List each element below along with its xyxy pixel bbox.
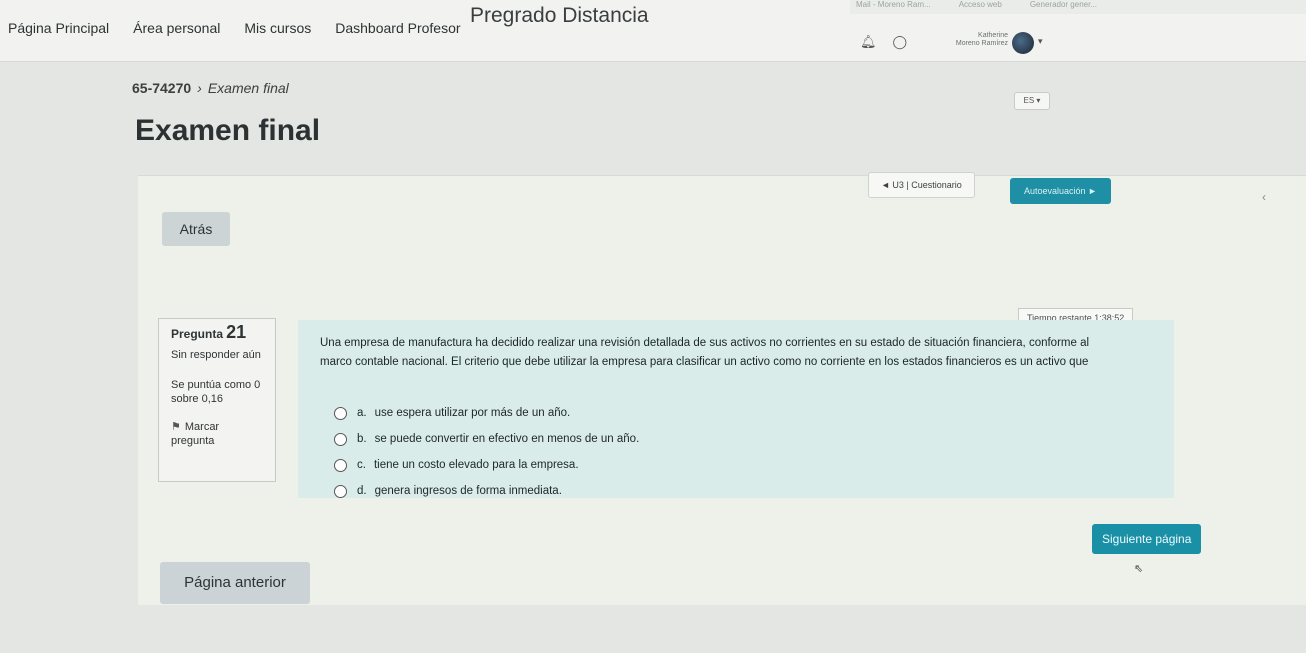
- breadcrumb-current[interactable]: Examen final: [208, 80, 289, 96]
- radio-button[interactable]: [334, 406, 347, 420]
- messages-icon[interactable]: ◯: [893, 34, 908, 50]
- nav-item-personal-area[interactable]: Área personal: [133, 20, 220, 36]
- answer-option-b[interactable]: b. se puede convertir en efectivo en men…: [334, 426, 639, 452]
- user-last-name: Moreno Ramírez: [955, 40, 1008, 47]
- question-number: Pregunta 21: [171, 322, 263, 342]
- next-page-button[interactable]: Siguiente página: [1092, 524, 1202, 554]
- chevron-left-icon[interactable]: ‹: [1262, 190, 1266, 204]
- nav-item-my-courses[interactable]: Mis cursos: [244, 20, 311, 36]
- radio-button[interactable]: [334, 484, 347, 498]
- browser-tab[interactable]: Generador gener...: [1030, 0, 1097, 14]
- breadcrumb: 65-74270 › Examen final: [132, 80, 289, 96]
- question-text-line: Una empresa de manufactura ha decidido r…: [320, 337, 1090, 349]
- page-title: Examen final: [135, 114, 321, 147]
- top-navbar: Mail - Moreno Ram... Acceso web Generado…: [0, 0, 1306, 62]
- top-icons: 🔔︎ ◯: [860, 34, 907, 50]
- avatar[interactable]: [1012, 32, 1034, 54]
- previous-page-button[interactable]: Página anterior: [160, 562, 310, 604]
- option-letter: a.: [357, 407, 367, 419]
- notification-bell-icon[interactable]: 🔔︎: [860, 34, 877, 50]
- option-letter: c.: [357, 459, 366, 471]
- flag-question-link[interactable]: ⚑ Marcar pregunta: [171, 420, 263, 448]
- option-text: se puede convertir en efectivo en menos …: [374, 433, 640, 445]
- nav-item-home[interactable]: Página Principal: [8, 20, 109, 36]
- answer-option-c[interactable]: c. tiene un costo elevado para la empres…: [334, 452, 639, 478]
- question-score: Se puntúa como 0 sobre 0,16: [171, 379, 261, 405]
- main-nav: Página Principal Área personal Mis curso…: [8, 20, 461, 36]
- answer-option-d[interactable]: d. genera ingresos de forma inmediata.: [334, 478, 639, 504]
- back-button[interactable]: Atrás: [162, 212, 230, 246]
- answer-option-a[interactable]: a. use espera utilizar por más de un año…: [334, 400, 639, 426]
- browser-tab[interactable]: Acceso web: [959, 0, 1002, 14]
- flag-icon: ⚑: [171, 421, 181, 433]
- answer-options: a. use espera utilizar por más de un año…: [334, 400, 639, 504]
- radio-button[interactable]: [334, 458, 347, 472]
- option-text: use espera utilizar por más de un año.: [374, 407, 571, 419]
- chevron-down-icon[interactable]: ▾: [1038, 36, 1043, 47]
- language-label: ES: [1023, 96, 1035, 105]
- option-letter: b.: [357, 433, 367, 445]
- question-info-box: Pregunta 21 Sin responder aún Se puntúa …: [158, 318, 276, 482]
- site-name[interactable]: Pregrado Distancia: [470, 4, 649, 28]
- radio-button[interactable]: [334, 432, 347, 446]
- option-text: genera ingresos de forma inmediata.: [374, 485, 562, 497]
- question-state: Sin responder aún: [171, 349, 261, 361]
- question-formulation: Una empresa de manufactura ha decidido r…: [298, 320, 1174, 498]
- question-label: Pregunta: [171, 327, 224, 341]
- breadcrumb-separator: ›: [197, 80, 202, 96]
- option-letter: d.: [357, 485, 367, 497]
- browser-tab[interactable]: Mail - Moreno Ram...: [856, 0, 931, 14]
- mouse-cursor-icon: ⇖: [1134, 563, 1144, 575]
- language-selector[interactable]: ES ▾: [1014, 92, 1050, 110]
- previous-activity-link[interactable]: ◄ U3 | Cuestionario: [868, 172, 975, 198]
- question-number-value: 21: [226, 322, 247, 342]
- user-name[interactable]: Katherine Moreno Ramírez: [948, 32, 1008, 48]
- next-activity-link[interactable]: Autoevaluación ►: [1010, 178, 1111, 204]
- option-text: tiene un costo elevado para la empresa.: [373, 459, 579, 471]
- question-text: Una empresa de manufactura ha decidido r…: [320, 334, 1160, 372]
- breadcrumb-course[interactable]: 65-74270: [132, 80, 191, 96]
- nav-item-teacher-dashboard[interactable]: Dashboard Profesor: [335, 20, 460, 36]
- browser-tabs-strip: Mail - Moreno Ram... Acceso web Generado…: [850, 0, 1306, 14]
- user-first-name: Katherine: [978, 32, 1008, 39]
- question-text-line: marco contable nacional. El criterio que…: [320, 356, 1089, 368]
